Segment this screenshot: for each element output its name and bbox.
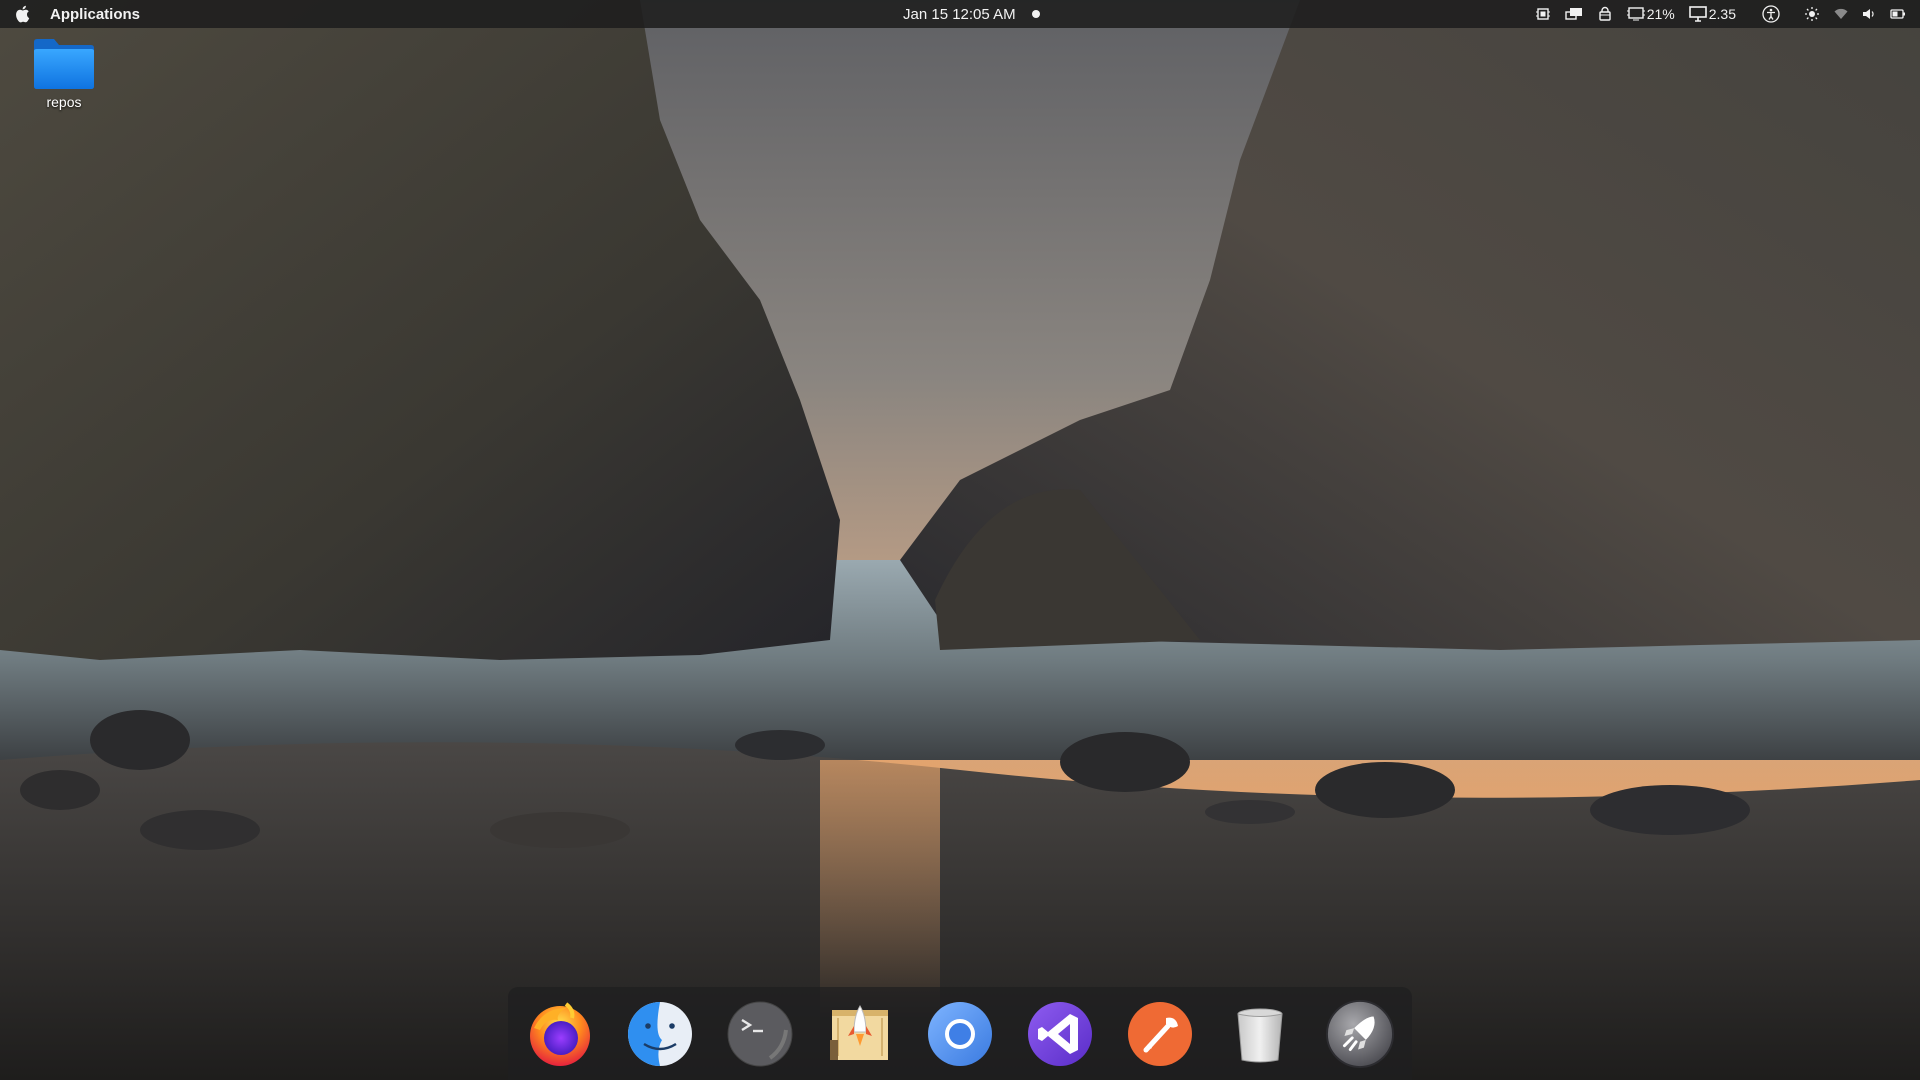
dock-app-rocket-launcher[interactable] — [1325, 999, 1395, 1069]
rocket-launcher-icon — [1325, 999, 1395, 1068]
cpu-usage-indicator[interactable]: 21% — [1626, 6, 1675, 22]
dock — [508, 987, 1412, 1080]
clock-text: Jan 15 12:05 AM — [903, 5, 1016, 23]
desktop-icon-label: repos — [46, 94, 82, 110]
trash-icon — [1237, 1008, 1283, 1062]
monitor-cpu-icon — [1626, 7, 1645, 21]
finder-icon — [628, 1001, 692, 1066]
volume-icon[interactable] — [1862, 7, 1876, 21]
top-menu-bar: Applications Jan 15 12:05 AM 21% 2.35 — [0, 0, 1920, 28]
load-indicator[interactable]: 2.35 — [1688, 6, 1736, 22]
lock-bag-icon[interactable] — [1597, 6, 1613, 22]
visual-studio-icon — [1028, 1001, 1092, 1066]
display-switch-icon[interactable] — [1565, 6, 1583, 22]
dock-app-firefox[interactable] — [525, 999, 595, 1069]
launchpad-icon — [830, 1004, 888, 1060]
load-value: 2.35 — [1708, 6, 1736, 22]
folder-icon — [34, 39, 94, 89]
postman-icon — [1128, 1001, 1192, 1066]
applications-menu[interactable]: Applications — [50, 6, 140, 23]
chromium-icon — [928, 1001, 992, 1066]
dock-app-finder[interactable] — [625, 999, 695, 1069]
dock-app-launchpad[interactable] — [825, 999, 895, 1069]
cpu-percent: 21% — [1646, 6, 1675, 22]
terminal-icon — [727, 1001, 793, 1066]
wifi-icon[interactable] — [1834, 8, 1848, 20]
clock[interactable]: Jan 15 12:05 AM — [903, 0, 1040, 28]
accessibility-icon[interactable] — [1762, 5, 1780, 23]
dock-app-chromium[interactable] — [925, 999, 995, 1069]
firefox-icon — [530, 1001, 590, 1066]
notification-dot-icon — [1031, 10, 1040, 18]
desktop-wallpaper — [0, 0, 1920, 1080]
dock-app-postman[interactable] — [1125, 999, 1195, 1069]
desktop-folder-repos[interactable]: repos — [26, 36, 102, 110]
battery-icon[interactable] — [1890, 8, 1906, 20]
system-tray: 21% 2.35 — [1535, 0, 1920, 28]
cpu-chip-icon[interactable] — [1535, 6, 1551, 22]
dock-app-visual-studio[interactable] — [1025, 999, 1095, 1069]
dock-app-trash[interactable] — [1225, 999, 1295, 1069]
brightness-icon[interactable] — [1804, 6, 1820, 22]
monitor-icon — [1688, 6, 1707, 22]
apple-logo-icon[interactable] — [11, 3, 33, 25]
dock-app-terminal[interactable] — [725, 999, 795, 1069]
